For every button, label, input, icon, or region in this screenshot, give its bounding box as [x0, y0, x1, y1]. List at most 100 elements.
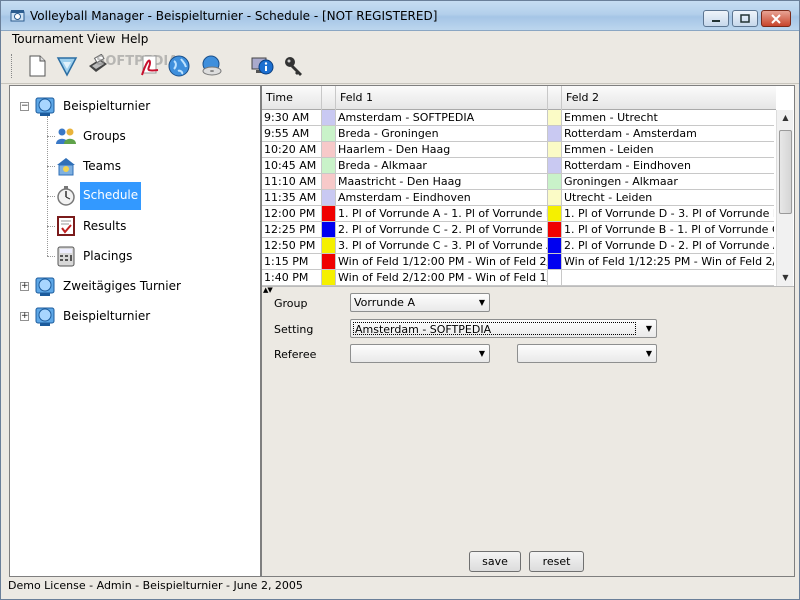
- cell-field2-match[interactable]: Rotterdam - Amsterdam: [562, 126, 774, 141]
- cell-time[interactable]: 1:40 PM: [262, 270, 322, 285]
- cell-field1-match[interactable]: Haarlem - Den Haag: [336, 142, 548, 157]
- expand-toggle[interactable]: +: [20, 282, 29, 291]
- collapse-toggle[interactable]: −: [20, 102, 29, 111]
- tournament-tree[interactable]: − Beispielturnier Groups Teams Schedule …: [9, 85, 261, 577]
- cell-field2-match[interactable]: Emmen - Utrecht: [562, 110, 774, 125]
- web-export-button[interactable]: [165, 52, 192, 79]
- tree-connector: [47, 116, 48, 256]
- tree-node-placings[interactable]: Placings: [80, 247, 135, 265]
- cell-time[interactable]: 12:00 PM: [262, 206, 322, 221]
- table-row[interactable]: 12:50 PM 3. Pl of Vorrunde C - 3. Pl of V…: [262, 238, 774, 254]
- referee-select-2[interactable]: ▼: [517, 344, 657, 363]
- table-row[interactable]: 9:55 AM Breda - Groningen Rotterdam - Amst…: [262, 126, 774, 142]
- status-text: Demo License - Admin - Beispielturnier -…: [8, 579, 303, 592]
- table-row[interactable]: 12:25 PM 2. Pl of Vorrunde C - 2. Pl of V…: [262, 222, 774, 238]
- cell-time[interactable]: 9:55 AM: [262, 126, 322, 141]
- print-button[interactable]: SOFTPEDIA: [84, 52, 178, 79]
- field2-color-swatch: [548, 110, 562, 125]
- vertical-scrollbar[interactable]: ▲ ▼: [776, 110, 793, 286]
- menu-help[interactable]: Help: [121, 32, 148, 46]
- column-header-field2[interactable]: Feld 2: [562, 86, 776, 110]
- cell-field1-match[interactable]: Maastricht - Den Haag: [336, 174, 548, 189]
- cell-time[interactable]: 12:50 PM: [262, 238, 322, 253]
- maximize-button[interactable]: [732, 10, 758, 27]
- splitter-arrows[interactable]: ▲▼: [263, 286, 273, 294]
- column-header-field1[interactable]: Feld 1: [336, 86, 548, 110]
- cell-time[interactable]: 9:30 AM: [262, 110, 322, 125]
- cell-field1-match[interactable]: Breda - Groningen: [336, 126, 548, 141]
- cell-field1-match[interactable]: Win of Feld 2/12:00 PM - Win of Feld 1/1…: [336, 270, 548, 285]
- cell-field2-match[interactable]: Rotterdam - Eindhoven: [562, 158, 774, 173]
- cell-time[interactable]: 11:10 AM: [262, 174, 322, 189]
- cell-field2-match[interactable]: 2. Pl of Vorrunde D - 2. Pl of Vorrunde …: [562, 238, 774, 253]
- tree-node-tournament-3[interactable]: Beispielturnier: [60, 307, 153, 325]
- info-icon: [251, 57, 273, 74]
- scroll-up-arrow[interactable]: ▲: [777, 110, 794, 126]
- group-select[interactable]: Vorrunde A ▼: [350, 293, 490, 312]
- table-row[interactable]: 10:20 AM Haarlem - Den Haag Emmen - Leiden: [262, 142, 774, 158]
- cell-field2-match[interactable]: 1. Pl of Vorrunde B - 1. Pl of Vorrunde …: [562, 222, 774, 237]
- cell-field1-match[interactable]: Win of Feld 1/12:00 PM - Win of Feld 2/1…: [336, 254, 548, 269]
- column-header-time[interactable]: Time: [262, 86, 322, 110]
- close-button[interactable]: [761, 10, 791, 27]
- cell-time[interactable]: 12:25 PM: [262, 222, 322, 237]
- tree-node-groups[interactable]: Groups: [80, 127, 129, 145]
- cell-field2-match[interactable]: Groningen - Alkmaar: [562, 174, 774, 189]
- register-button[interactable]: [279, 52, 306, 79]
- cell-field1-match[interactable]: 2. Pl of Vorrunde C - 2. Pl of Vorrunde …: [336, 222, 548, 237]
- field2-color-swatch: [548, 126, 562, 141]
- menu-view[interactable]: View: [87, 32, 115, 46]
- table-row[interactable]: 1:15 PM Win of Feld 1/12:00 PM - Win of F…: [262, 254, 774, 270]
- table-row[interactable]: 9:30 AM Amsterdam - SOFTPEDIA Emmen - Utre…: [262, 110, 774, 126]
- scroll-thumb[interactable]: [779, 130, 792, 214]
- cell-time[interactable]: 10:20 AM: [262, 142, 322, 157]
- export-pdf-button[interactable]: [136, 52, 163, 79]
- cell-field2-match[interactable]: Emmen - Leiden: [562, 142, 774, 157]
- cell-time[interactable]: 10:45 AM: [262, 158, 322, 173]
- new-document-icon: [29, 55, 45, 76]
- title-bar[interactable]: Volleyball Manager - Beispielturnier - S…: [1, 1, 799, 31]
- tree-node-tournament[interactable]: Beispielturnier: [60, 97, 153, 115]
- minimize-button[interactable]: [703, 10, 729, 27]
- cell-field1-match[interactable]: 1. Pl of Vorrunde A - 1. Pl of Vorrunde …: [336, 206, 548, 221]
- maximize-icon: [740, 14, 750, 23]
- cell-field1-match[interactable]: Amsterdam - SOFTPEDIA: [336, 110, 548, 125]
- globe-cd-icon: [202, 55, 221, 75]
- scroll-down-arrow[interactable]: ▼: [777, 270, 794, 286]
- tree-node-results[interactable]: Results: [80, 217, 129, 235]
- tree-node-tournament-2[interactable]: Zweitägiges Turnier: [60, 277, 184, 295]
- cell-field1-match[interactable]: Breda - Alkmaar: [336, 158, 548, 173]
- results-icon: [57, 216, 75, 236]
- table-row[interactable]: 1:40 PM Win of Feld 2/12:00 PM - Win of F…: [262, 270, 774, 286]
- referee-select-1[interactable]: ▼: [350, 344, 490, 363]
- cell-field1-match[interactable]: 3. Pl of Vorrunde C - 3. Pl of Vorrunde …: [336, 238, 548, 253]
- save-button[interactable]: save: [469, 551, 521, 572]
- cell-time[interactable]: 11:35 AM: [262, 190, 322, 205]
- new-tournament-button[interactable]: [23, 52, 50, 79]
- tree-node-teams[interactable]: Teams: [80, 157, 124, 175]
- calculator-icon: [57, 246, 75, 267]
- field1-color-swatch: [322, 190, 336, 205]
- cell-time[interactable]: 1:15 PM: [262, 254, 322, 269]
- table-header: Time Feld 1 Feld 2: [262, 86, 776, 110]
- publish-button[interactable]: [197, 52, 224, 79]
- cell-field2-match[interactable]: 1. Pl of Vorrunde D - 3. Pl of Vorrunde …: [562, 206, 774, 221]
- shield-button[interactable]: [53, 52, 80, 79]
- schedule-table[interactable]: Time Feld 1 Feld 2 9:30 AM Amsterdam - SO…: [262, 86, 794, 286]
- setting-select[interactable]: Amsterdam - SOFTPEDIA ▼: [350, 319, 657, 338]
- table-row[interactable]: 10:45 AM Breda - Alkmaar Rotterdam - Eindh…: [262, 158, 774, 174]
- cell-field1-match[interactable]: Amsterdam - Eindhoven: [336, 190, 548, 205]
- reset-button[interactable]: reset: [529, 551, 584, 572]
- cell-field2-match[interactable]: [562, 270, 774, 285]
- table-row[interactable]: 11:10 AM Maastricht - Den Haag Groningen -…: [262, 174, 774, 190]
- expand-toggle[interactable]: +: [20, 312, 29, 321]
- cell-field2-match[interactable]: Win of Feld 1/12:25 PM - Win of Feld 2/1…: [562, 254, 774, 269]
- table-row[interactable]: 11:35 AM Amsterdam - Eindhoven Utrecht - L…: [262, 190, 774, 206]
- about-button[interactable]: [248, 52, 275, 79]
- table-row[interactable]: 12:00 PM 1. Pl of Vorrunde A - 1. Pl of V…: [262, 206, 774, 222]
- pane-splitter[interactable]: ▲▼: [262, 286, 794, 294]
- toolbar-grip[interactable]: [11, 54, 14, 78]
- menu-tournament[interactable]: Tournament: [12, 32, 83, 46]
- cell-field2-match[interactable]: Utrecht - Leiden: [562, 190, 774, 205]
- tree-node-schedule[interactable]: Schedule: [80, 182, 142, 210]
